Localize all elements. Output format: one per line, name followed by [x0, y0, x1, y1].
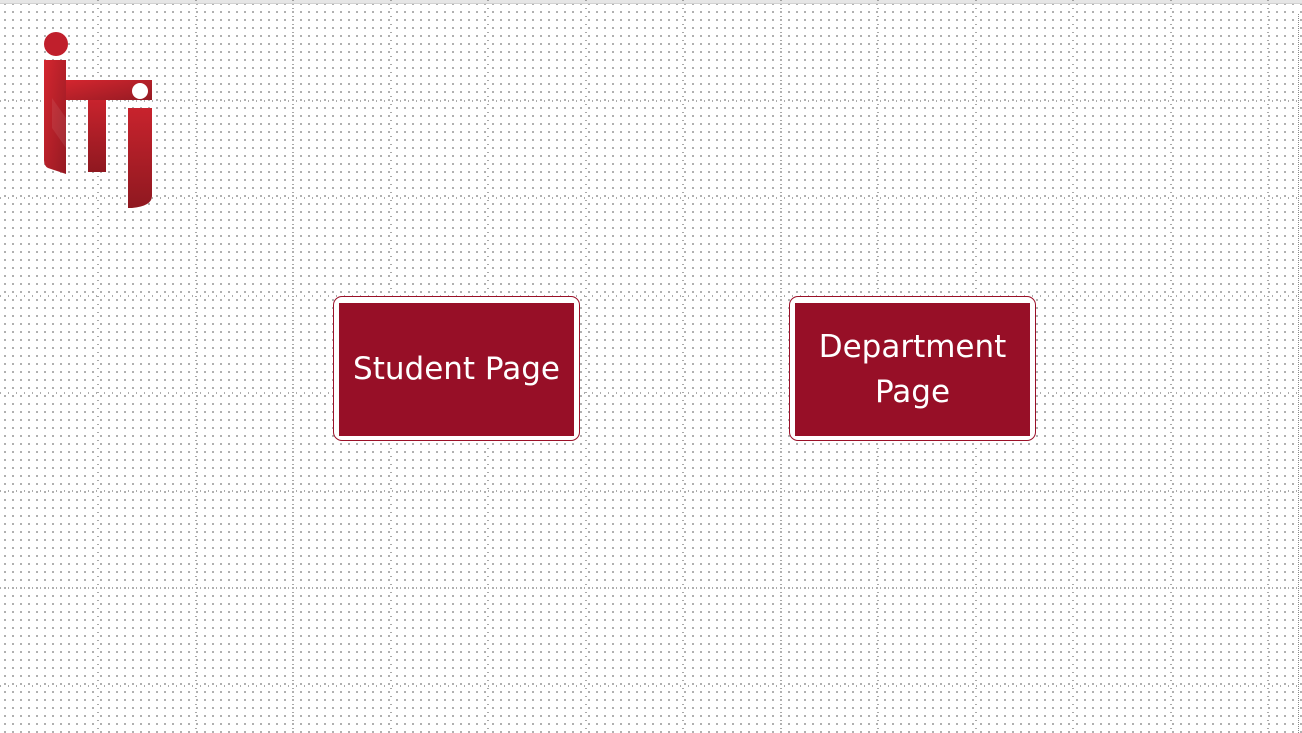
department-page-label: Department Page [795, 303, 1030, 436]
student-page-label: Student Page [339, 303, 574, 436]
design-canvas: Student Page Department Page [0, 0, 1302, 733]
iti-logo-icon [44, 32, 152, 208]
canvas-right-border [1298, 14, 1299, 733]
student-page-button[interactable]: Student Page [333, 296, 580, 441]
grid-lines [0, 0, 1302, 733]
department-page-button[interactable]: Department Page [789, 296, 1036, 441]
